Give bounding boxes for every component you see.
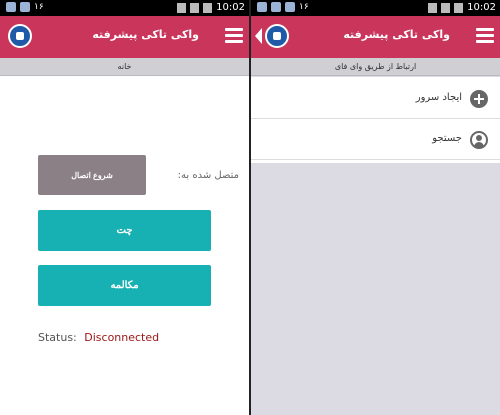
connection-status: Status: Disconnected [38,331,159,344]
notification-count: ۱۶ [299,2,309,12]
alarm-icon [428,2,438,13]
app-bar: واکی تاکی پیشرفته [0,16,249,58]
hamburger-menu-icon[interactable] [476,28,494,44]
notification-icons: ۱۶ [257,2,309,12]
clock: 10:02 [216,2,245,13]
user-search-icon [470,131,488,149]
battery-icon [203,2,213,13]
signal-icon [190,2,200,13]
list-item-label: جستجو [432,133,462,144]
app-bar: واکی تاکی پیشرفته [251,16,500,58]
app-logo-icon [8,24,32,48]
hamburger-menu-icon[interactable] [225,28,243,44]
start-connection-button[interactable]: شروع اتصال [38,155,146,195]
system-icons: 10:02 [428,2,496,13]
app-notification-icon [285,2,295,12]
list-item-create-server[interactable]: ایجاد سرور [251,79,500,119]
image-notification-icon [271,2,281,12]
battery-icon [454,2,464,13]
app-logo-icon [265,24,289,48]
call-button[interactable]: مکالمه [38,265,211,306]
list-item-search[interactable]: جستجو [251,120,500,160]
home-screen: ۱۶ 10:02 واکی تاکی پیشرفته خانه شروع اتص… [0,0,249,415]
back-chevron-icon[interactable] [255,28,262,44]
android-notification-icon [257,2,267,12]
chat-button[interactable]: چت [38,210,211,251]
connected-to-label: متصل شده به: [177,170,239,181]
list-item-label: ایجاد سرور [415,92,462,103]
status-bar: ۱۶ 10:02 [251,0,500,16]
app-title: واکی تاکی پیشرفته [343,28,450,41]
notification-count: ۱۶ [34,2,44,12]
app-title: واکی تاکی پیشرفته [92,28,199,41]
wifi-screen: ۱۶ 10:02 واکی تاکی پیشرفته ارتباط از طری… [251,0,500,415]
app-notification-icon [20,2,30,12]
alarm-icon [177,2,187,13]
android-notification-icon [6,2,16,12]
options-list: ایجاد سرور جستجو [251,77,500,163]
system-icons: 10:02 [177,2,245,13]
signal-icon [441,2,451,13]
screen-subtitle: ارتباط از طریق وای فای [251,58,500,76]
status-bar: ۱۶ 10:02 [0,0,249,16]
status-value: Disconnected [84,331,160,344]
plus-circle-icon [470,90,488,108]
screen-subtitle: خانه [0,58,249,76]
notification-icons: ۱۶ [6,2,44,12]
clock: 10:02 [467,2,496,13]
status-label: Status: [38,331,77,344]
